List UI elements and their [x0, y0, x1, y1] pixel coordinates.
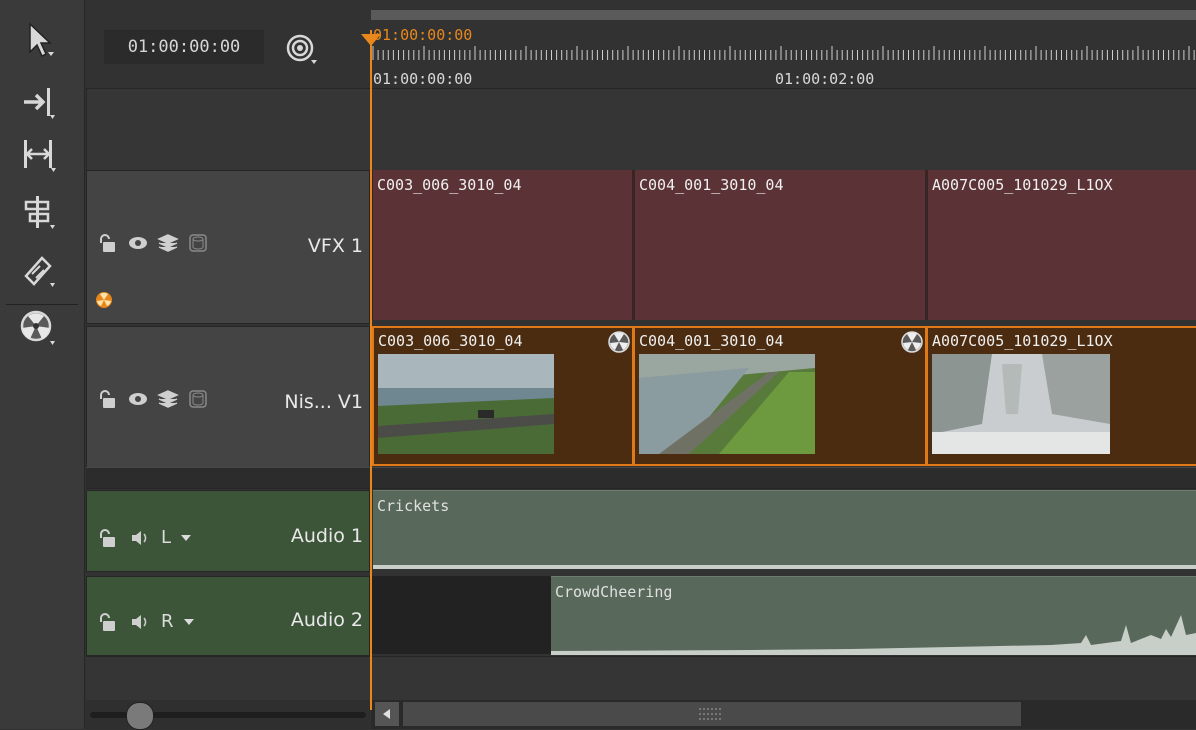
track-header-audio1[interactable]: L Audio 1	[86, 490, 370, 572]
chevron-down-icon	[181, 534, 192, 541]
track-header-vfx1[interactable]: VFX 1	[86, 170, 370, 324]
clip-label: Crickets	[377, 497, 450, 515]
slip-tool-icon[interactable]	[14, 136, 62, 172]
audio-waveform	[373, 565, 1196, 569]
grip-icon	[699, 708, 721, 720]
track-select-icon[interactable]	[14, 84, 62, 120]
nuke-icon	[901, 331, 923, 353]
audio-waveform	[551, 615, 1196, 655]
clip-label: CrowdCheering	[555, 583, 673, 601]
track-group-separator	[86, 467, 1196, 489]
vfx-clip-1[interactable]: C003_006_3010_04	[373, 170, 634, 320]
select-tool-icon[interactable]	[14, 22, 62, 58]
zoom-slider[interactable]	[86, 700, 370, 730]
channel-select[interactable]: R	[161, 611, 174, 632]
speaker-icon[interactable]	[129, 528, 151, 548]
video-thumbnail	[639, 354, 815, 454]
audio-clip-crickets[interactable]: Crickets	[373, 490, 1196, 569]
horizontal-scrollbar[interactable]	[371, 700, 1196, 729]
eye-icon[interactable]	[127, 233, 149, 253]
lock-icon[interactable]	[97, 389, 119, 409]
nuke-small-icon	[96, 292, 112, 308]
zoom-slider-handle[interactable]	[126, 702, 154, 730]
trim-tool-icon[interactable]	[14, 194, 62, 230]
video-clip-3[interactable]: A007C005_101029_L1OX	[926, 326, 1196, 466]
empty-track-area	[371, 88, 1196, 171]
clip-label: A007C005_101029_L1OX	[932, 332, 1113, 350]
audio2-empty-lane	[371, 576, 551, 654]
scroll-left-button[interactable]	[375, 702, 399, 726]
vfx-clip-3[interactable]: A007C005_101029_L1OX	[928, 170, 1196, 320]
ruler-label-2s: 01:00:02:00	[775, 70, 875, 88]
track-header-empty	[86, 88, 371, 172]
track-header-audio2[interactable]: R Audio 2	[86, 576, 370, 656]
channel-select[interactable]: L	[161, 527, 171, 548]
track-name-audio2[interactable]: Audio 2	[291, 609, 363, 631]
scrollbar-thumb[interactable]	[403, 702, 1021, 726]
database-icon[interactable]	[187, 389, 209, 409]
layers-icon[interactable]	[157, 389, 179, 409]
clip-label: C003_006_3010_04	[378, 332, 523, 350]
chevron-down-icon	[183, 618, 194, 625]
video-clip-2[interactable]: C004_001_3010_04	[633, 326, 927, 466]
lock-icon[interactable]	[97, 233, 119, 253]
vfx-clip-2[interactable]: C004_001_3010_04	[635, 170, 927, 320]
tool-strip	[0, 0, 85, 729]
track-name-audio1[interactable]: Audio 1	[291, 525, 363, 547]
timecode-display[interactable]: 01:00:00:00	[104, 30, 264, 64]
eye-icon[interactable]	[127, 389, 149, 409]
clip-label: C004_001_3010_04	[639, 332, 784, 350]
nuke-icon	[608, 331, 630, 353]
playhead-timecode: 01:00:00:00	[373, 26, 473, 44]
track-name-v1[interactable]: Nis... V1	[284, 391, 363, 413]
ruler-label-start: 01:00:00:00	[373, 70, 473, 88]
video-clip-1[interactable]: C003_006_3010_04	[372, 326, 634, 466]
razor-tool-icon[interactable]	[14, 252, 62, 288]
empty-track-area-bottom	[86, 656, 1196, 701]
clip-label: C003_006_3010_04	[377, 176, 522, 194]
video-thumbnail	[932, 354, 1110, 454]
playhead-marker[interactable]	[361, 34, 381, 48]
playhead-line[interactable]	[370, 30, 372, 710]
tool-divider	[6, 304, 78, 305]
video-thumbnail	[378, 354, 554, 454]
ruler-top-bar	[371, 10, 1196, 20]
timeline-ruler[interactable]: 01:00:00:00 01:00:02:00 01:00:00:00	[371, 10, 1196, 90]
clip-label: C004_001_3010_04	[639, 176, 784, 194]
clip-label: A007C005_101029_L1OX	[932, 176, 1113, 194]
audio-clip-crowdcheering[interactable]: CrowdCheering	[551, 576, 1196, 655]
track-name-vfx1[interactable]: VFX 1	[308, 235, 363, 257]
arrow-left-icon	[383, 709, 390, 719]
track-header-v1[interactable]: Nis... V1	[86, 326, 370, 468]
database-icon[interactable]	[187, 233, 209, 253]
lock-icon[interactable]	[97, 528, 119, 548]
snap-icon	[286, 34, 317, 64]
lock-icon[interactable]	[97, 612, 119, 632]
snap-button[interactable]	[282, 30, 328, 70]
speaker-icon[interactable]	[129, 612, 151, 632]
nuke-icon[interactable]	[14, 310, 62, 346]
layers-icon[interactable]	[157, 233, 179, 253]
